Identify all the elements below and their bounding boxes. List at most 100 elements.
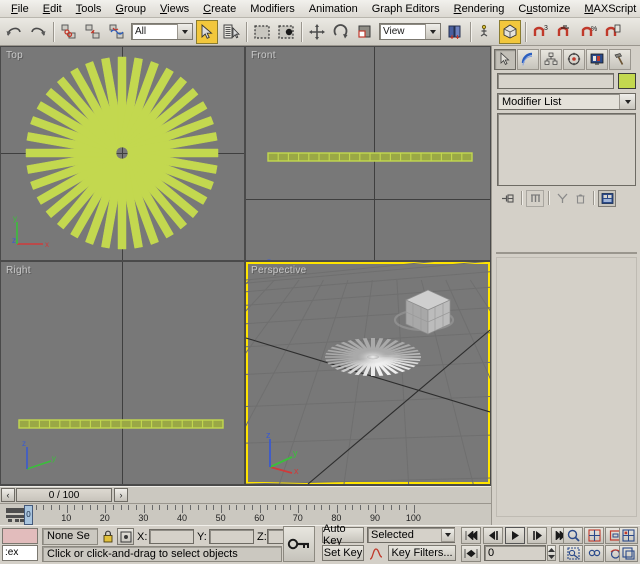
separator xyxy=(593,191,594,205)
mirror-button[interactable] xyxy=(475,20,497,44)
select-and-scale-button[interactable] xyxy=(354,20,376,44)
window-crossing-button[interactable] xyxy=(275,20,297,44)
absolute-relative-icon xyxy=(120,531,132,543)
menu-item-group[interactable]: Group xyxy=(108,1,153,17)
absolute-relative-transform-toggle[interactable] xyxy=(117,528,134,545)
display-tab[interactable] xyxy=(586,49,608,70)
play-animation-button[interactable] xyxy=(505,527,525,544)
spinner-snap-button[interactable]: % xyxy=(578,20,600,44)
undo-button[interactable] xyxy=(3,20,25,44)
menu-item-customize[interactable]: Customize xyxy=(511,1,577,17)
zoom-button[interactable] xyxy=(563,527,583,544)
set-key-button[interactable]: Set Key xyxy=(322,545,364,561)
track-bar[interactable]: 102030405060708090100 0 xyxy=(0,503,491,526)
modifier-list-combo[interactable]: Modifier List xyxy=(497,93,636,110)
time-slider-next-button[interactable]: › xyxy=(114,488,128,502)
use-center-flyout-button[interactable] xyxy=(444,20,466,44)
rectangular-selection-region-button[interactable] xyxy=(251,20,273,44)
menu-item-maxscript[interactable]: MAXScript xyxy=(577,1,640,17)
previous-frame-button[interactable] xyxy=(483,527,503,544)
time-cursor[interactable]: 0 xyxy=(24,505,33,525)
select-object-button[interactable] xyxy=(196,20,218,44)
align-button[interactable] xyxy=(602,20,624,44)
key-mode-toggle[interactable] xyxy=(283,526,315,562)
menu-item-file[interactable]: File xyxy=(4,1,36,17)
motion-tab[interactable] xyxy=(563,49,585,70)
angle-snap-button[interactable]: 3 xyxy=(530,20,552,44)
zoom-all-button[interactable] xyxy=(584,527,604,544)
viewport-right[interactable]: Right y z xyxy=(1,262,244,484)
go-to-start-button[interactable] xyxy=(461,527,481,544)
frame-spinner[interactable] xyxy=(547,545,556,561)
select-and-rotate-button[interactable] xyxy=(330,20,352,44)
make-unique-icon xyxy=(556,192,569,205)
axis-tripod-top: x y z xyxy=(11,212,51,250)
maxscript-mini-listener-pink[interactable] xyxy=(2,528,38,544)
key-mode-toggle-button[interactable] xyxy=(461,545,481,562)
redo-button[interactable] xyxy=(27,20,49,44)
pan-hand-icon xyxy=(588,547,601,560)
chevron-down-icon[interactable] xyxy=(441,528,455,542)
key-filters-button[interactable]: Key Filters... xyxy=(388,545,456,561)
snaps-toggle-button[interactable] xyxy=(499,20,521,44)
remove-modifier-button[interactable] xyxy=(571,190,589,207)
track-tick xyxy=(275,505,276,510)
track-tick xyxy=(298,505,299,513)
percent-snap-button[interactable] xyxy=(554,20,576,44)
selection-filter-combo[interactable]: All xyxy=(131,23,193,40)
chevron-down-icon[interactable] xyxy=(619,94,635,109)
viewport-top[interactable]: Top x y z xyxy=(1,47,244,260)
current-frame-field[interactable]: 0 xyxy=(484,545,546,561)
x-coord-field[interactable] xyxy=(149,529,194,544)
object-color-swatch[interactable] xyxy=(618,73,636,89)
separator xyxy=(548,191,549,205)
select-by-name-button[interactable] xyxy=(220,20,242,44)
reference-coordinate-system-combo[interactable]: View xyxy=(379,23,441,40)
menu-item-tools[interactable]: Tools xyxy=(69,1,109,17)
menu-item-edit[interactable]: Edit xyxy=(36,1,69,17)
maximize-viewport-toggle-button[interactable] xyxy=(619,545,638,562)
lock-selection-button[interactable] xyxy=(100,529,115,544)
track-tick xyxy=(152,505,153,510)
bind-to-space-warp-button[interactable] xyxy=(106,20,128,44)
object-name-field[interactable] xyxy=(497,73,614,89)
make-unique-button[interactable] xyxy=(553,190,571,207)
modifier-stack-list[interactable] xyxy=(497,113,636,186)
viewport-front[interactable]: Front x z xyxy=(246,47,490,260)
track-tick-label: 80 xyxy=(331,513,341,523)
zoom-extents-all-button[interactable] xyxy=(619,527,638,544)
next-frame-button[interactable] xyxy=(527,527,547,544)
animation-curve-button[interactable] xyxy=(367,545,384,561)
menu-item-views[interactable]: Views xyxy=(153,1,196,17)
chevron-down-icon[interactable] xyxy=(177,24,192,39)
menu-item-animation[interactable]: Animation xyxy=(302,1,365,17)
time-slider-bar: ‹ 0 / 100 › xyxy=(0,486,491,504)
menu-item-rendering[interactable]: Rendering xyxy=(447,1,512,17)
pan-button[interactable] xyxy=(584,545,604,562)
maxscript-mini-listener-white[interactable]: :ex xyxy=(2,545,38,561)
configure-modifier-sets-button[interactable] xyxy=(598,190,616,207)
pin-stack-button[interactable] xyxy=(499,190,517,207)
select-and-move-button[interactable] xyxy=(306,20,328,44)
utilities-tab[interactable] xyxy=(609,49,631,70)
y-coord-label: Y: xyxy=(197,530,207,544)
unlink-selection-button[interactable] xyxy=(82,20,104,44)
field-of-view-button[interactable] xyxy=(563,545,583,562)
auto-key-button[interactable]: Auto Key xyxy=(322,527,364,543)
create-tab[interactable] xyxy=(494,49,516,70)
menu-item-create[interactable]: Create xyxy=(196,1,243,17)
modify-tab[interactable] xyxy=(517,49,539,70)
menu-item-graph-editors[interactable]: Graph Editors xyxy=(365,1,447,17)
time-slider-prev-button[interactable]: ‹ xyxy=(1,488,15,502)
track-tick xyxy=(414,505,415,513)
select-and-link-button[interactable] xyxy=(58,20,80,44)
time-slider-field[interactable]: 0 / 100 xyxy=(16,488,112,502)
hierarchy-tab[interactable] xyxy=(540,49,562,70)
track-tick xyxy=(306,505,307,510)
show-end-result-button[interactable] xyxy=(526,190,544,207)
chevron-down-icon[interactable] xyxy=(425,24,440,39)
y-coord-field[interactable] xyxy=(209,529,254,544)
viewport-perspective[interactable]: Perspective x y z xyxy=(246,262,490,484)
menu-item-modifiers[interactable]: Modifiers xyxy=(243,1,302,17)
svg-text:3: 3 xyxy=(544,25,548,32)
